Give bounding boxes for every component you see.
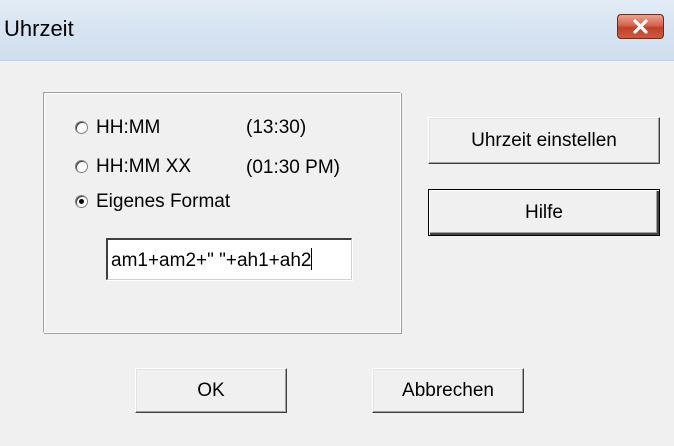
radio-icon[interactable] — [75, 160, 88, 173]
custom-format-input[interactable]: am1+am2+" "+ah1+ah2 — [106, 238, 352, 280]
cancel-button-label: Abbrechen — [402, 380, 494, 401]
help-button-label: Hilfe — [524, 202, 563, 223]
example-hhmm: (13:30) — [246, 117, 307, 138]
cancel-button[interactable]: Abbrechen — [372, 368, 524, 413]
text-caret — [311, 248, 313, 270]
set-time-button[interactable]: Uhrzeit einstellen — [428, 117, 660, 164]
help-button[interactable]: Hilfe — [428, 189, 660, 236]
radio-label-custom: Eigenes Format — [96, 191, 231, 212]
radio-option-custom[interactable]: Eigenes Format — [75, 191, 375, 221]
title-bar[interactable]: Uhrzeit — [0, 0, 674, 61]
set-time-button-label: Uhrzeit einstellen — [471, 130, 617, 151]
ok-button[interactable]: OK — [135, 368, 287, 413]
radio-icon[interactable] — [75, 121, 88, 134]
close-icon — [633, 19, 648, 34]
time-format-dialog: Uhrzeit HH:MM (13:30) HH:MM XX (01:30 PM… — [0, 0, 674, 446]
example-hhmm-ampm: (01:30 PM) — [246, 157, 340, 178]
close-button[interactable] — [617, 14, 664, 39]
radio-label-hhmm: HH:MM — [96, 117, 161, 138]
window-title: Uhrzeit — [4, 16, 74, 41]
radio-label-hhmm-ampm: HH:MM XX — [96, 156, 191, 177]
ok-button-label: OK — [197, 380, 225, 401]
radio-selected-icon[interactable] — [75, 195, 88, 208]
radio-option-hhmm[interactable]: HH:MM — [75, 117, 375, 147]
custom-format-value: am1+am2+" "+ah1+ah2 — [111, 250, 312, 271]
